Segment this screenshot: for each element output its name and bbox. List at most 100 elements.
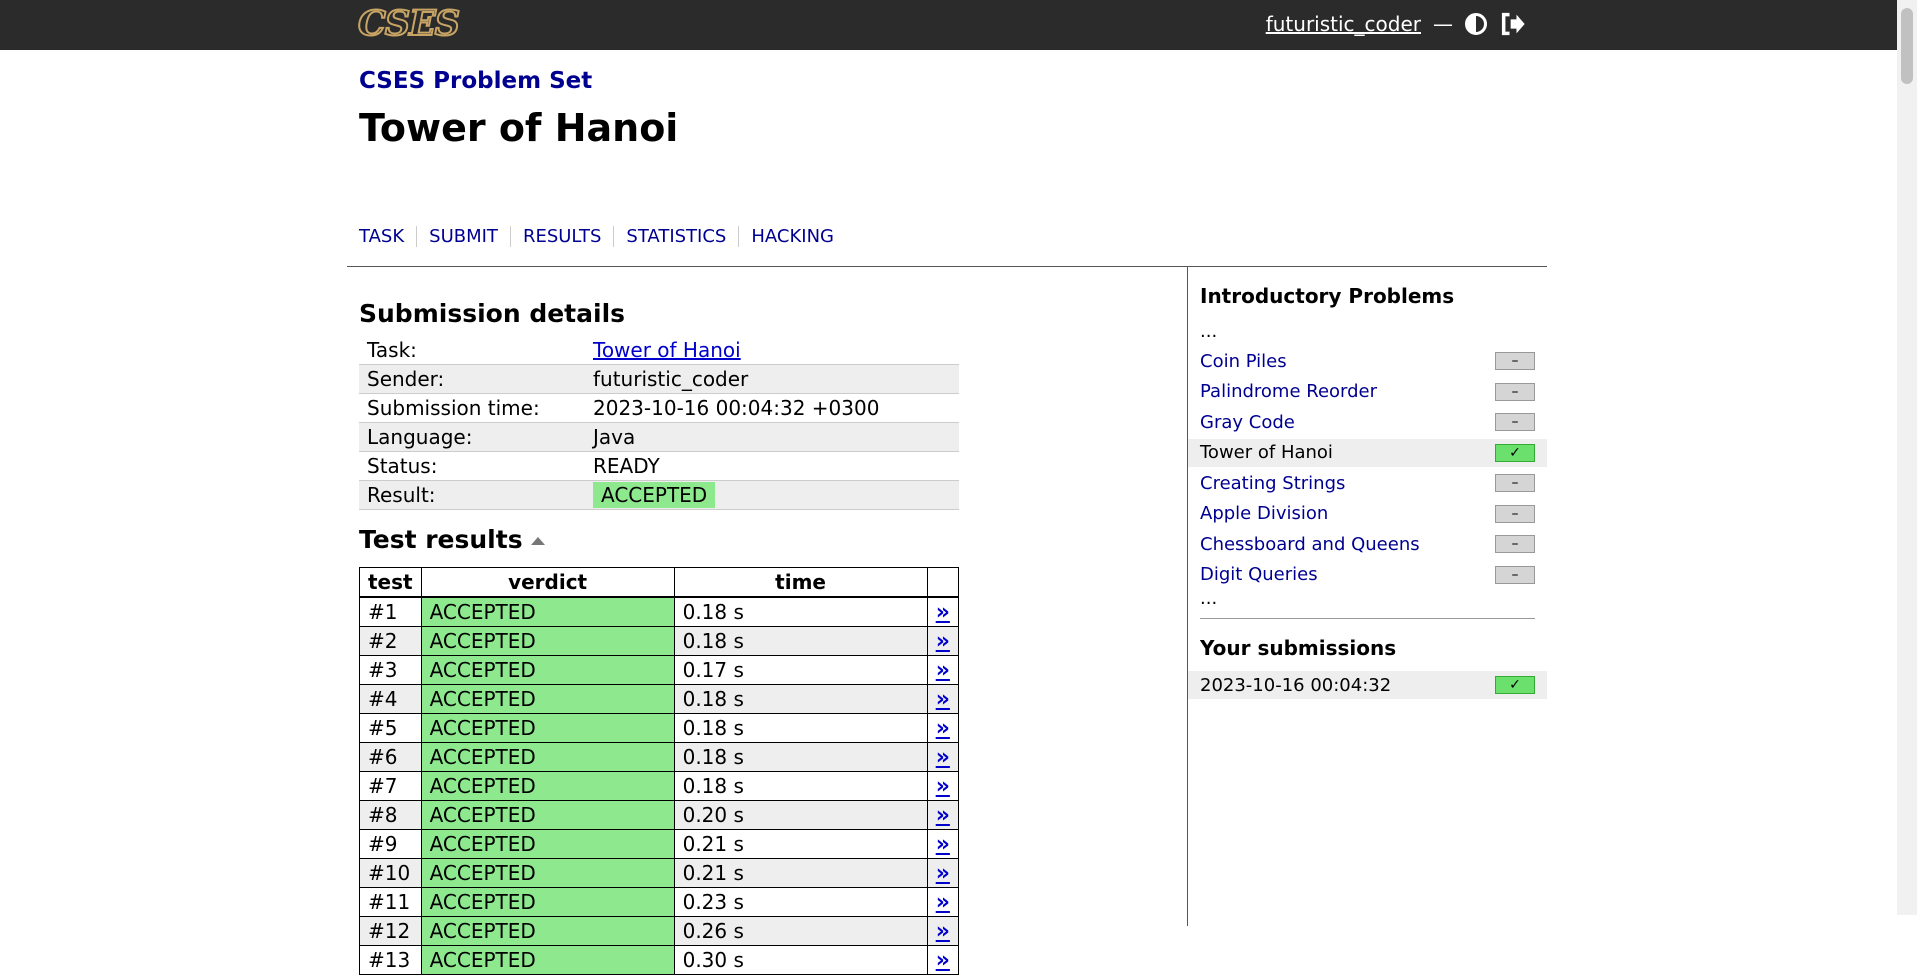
- table-row: #7 ACCEPTED 0.18 s »: [359, 771, 960, 801]
- test-verdict: ACCEPTED: [420, 655, 675, 685]
- test-number: #12: [359, 916, 422, 946]
- test-verdict: ACCEPTED: [420, 713, 675, 743]
- detail-row-time: Submission time: 2023-10-16 00:04:32 +03…: [359, 393, 959, 423]
- table-row: #9 ACCEPTED 0.21 s »: [359, 829, 960, 859]
- test-details-link[interactable]: »: [936, 919, 950, 944]
- list-item[interactable]: Coin Piles –: [1188, 347, 1547, 375]
- test-link-cell: »: [926, 713, 960, 743]
- test-details-link[interactable]: »: [936, 687, 950, 712]
- test-details-link[interactable]: »: [936, 803, 950, 828]
- list-item[interactable]: 2023-10-16 00:04:32 ✓: [1188, 671, 1547, 699]
- test-verdict: ACCEPTED: [420, 887, 675, 917]
- detail-row-result: Result: ACCEPTED: [359, 480, 959, 510]
- list-item[interactable]: Apple Division –: [1188, 500, 1547, 528]
- task-tabs: TASK SUBMIT RESULTS STATISTICS HACKING: [359, 226, 846, 247]
- header-divider: [347, 266, 1547, 267]
- problem-name: Tower of Hanoi: [1200, 442, 1333, 463]
- detail-value: Java: [585, 422, 959, 452]
- test-number: #8: [359, 800, 422, 830]
- problem-link[interactable]: Apple Division: [1200, 503, 1328, 524]
- test-number: #5: [359, 713, 422, 743]
- dash-icon: –: [1495, 504, 1535, 523]
- list-item[interactable]: Creating Strings –: [1188, 469, 1547, 497]
- problem-link[interactable]: Coin Piles: [1200, 351, 1287, 372]
- problem-link[interactable]: Creating Strings: [1200, 473, 1345, 494]
- result-badge: ACCEPTED: [593, 482, 716, 508]
- test-link-cell: »: [926, 771, 960, 801]
- cses-logo[interactable]: CSES: [357, 3, 461, 45]
- column-header-test: test: [359, 567, 422, 598]
- test-time: 0.23 s: [673, 887, 928, 917]
- test-time: 0.21 s: [673, 829, 928, 859]
- detail-value: ACCEPTED: [585, 480, 959, 510]
- check-icon: ✓: [1495, 443, 1535, 462]
- table-header-row: test verdict time: [359, 567, 960, 598]
- test-details-link[interactable]: »: [936, 658, 950, 683]
- dash-icon: –: [1495, 352, 1535, 370]
- problem-link[interactable]: Digit Queries: [1200, 564, 1318, 585]
- test-results-heading-row[interactable]: Test results: [359, 525, 545, 554]
- task-link[interactable]: Tower of Hanoi: [593, 338, 741, 362]
- table-row: #10 ACCEPTED 0.21 s »: [359, 858, 960, 888]
- test-number: #4: [359, 684, 422, 714]
- test-details-link[interactable]: »: [936, 745, 950, 770]
- test-number: #10: [359, 858, 422, 888]
- test-verdict: ACCEPTED: [420, 800, 675, 830]
- table-row: #5 ACCEPTED 0.18 s »: [359, 713, 960, 743]
- test-details-link[interactable]: »: [936, 600, 950, 625]
- table-row: #4 ACCEPTED 0.18 s »: [359, 684, 960, 714]
- list-item[interactable]: Tower of Hanoi ✓: [1188, 438, 1547, 467]
- tab-task[interactable]: TASK: [359, 226, 416, 247]
- test-results-heading: Test results: [359, 525, 523, 554]
- test-rows: #1 ACCEPTED 0.18 s» #2 ACCEPTED 0.18 s» #3 ACCE…: [359, 596, 960, 975]
- tab-statistics[interactable]: STATISTICS: [613, 226, 738, 247]
- detail-key: Language:: [359, 422, 585, 452]
- problem-list-heading: Introductory Problems: [1200, 284, 1455, 308]
- detail-key: Submission time:: [359, 393, 585, 423]
- detail-value: 2023-10-16 00:04:32 +0300: [585, 393, 959, 423]
- page-title: Tower of Hanoi: [359, 106, 679, 150]
- logout-icon[interactable]: [1499, 10, 1527, 38]
- list-item[interactable]: Gray Code –: [1188, 408, 1547, 436]
- detail-value: READY: [585, 451, 959, 481]
- table-row: #12 ACCEPTED 0.26 s »: [359, 916, 960, 946]
- detail-key: Task:: [359, 336, 585, 365]
- test-time: 0.18 s: [673, 684, 928, 714]
- detail-row-status: Status: READY: [359, 451, 959, 481]
- tab-results[interactable]: RESULTS: [509, 226, 613, 247]
- detail-value: Tower of Hanoi: [585, 336, 959, 365]
- test-link-cell: »: [926, 596, 960, 627]
- test-results-table: test verdict time #1 ACCEPTED 0.18 s» #2 ACC…: [359, 567, 960, 975]
- test-time: 0.18 s: [673, 771, 928, 801]
- contrast-icon[interactable]: [1465, 13, 1487, 35]
- test-details-link[interactable]: »: [936, 716, 950, 741]
- scrollbar-thumb[interactable]: [1901, 8, 1913, 84]
- list-item[interactable]: Chessboard and Queens –: [1188, 530, 1547, 558]
- list-item[interactable]: Digit Queries –: [1188, 561, 1547, 589]
- test-link-cell: »: [926, 800, 960, 830]
- test-details-link[interactable]: »: [936, 774, 950, 799]
- test-details-link[interactable]: »: [936, 861, 950, 886]
- problem-link[interactable]: Gray Code: [1200, 412, 1295, 433]
- test-link-cell: »: [926, 626, 960, 656]
- test-link-cell: »: [926, 684, 960, 714]
- collapse-triangle-icon[interactable]: [530, 537, 545, 545]
- test-verdict: ACCEPTED: [420, 945, 675, 975]
- user-box: futuristic_coder —: [1266, 6, 1527, 42]
- check-icon: ✓: [1495, 676, 1535, 694]
- test-details-link[interactable]: »: [936, 629, 950, 654]
- breadcrumb-problem-set[interactable]: CSES Problem Set: [359, 68, 592, 94]
- test-details-link[interactable]: »: [936, 948, 950, 973]
- problem-link[interactable]: Palindrome Reorder: [1200, 381, 1377, 402]
- scrollbar[interactable]: [1897, 0, 1917, 915]
- tab-submit[interactable]: SUBMIT: [416, 226, 510, 247]
- problem-link[interactable]: Chessboard and Queens: [1200, 534, 1420, 555]
- test-details-link[interactable]: »: [936, 832, 950, 857]
- test-verdict: ACCEPTED: [420, 742, 675, 772]
- username-link[interactable]: futuristic_coder: [1266, 12, 1421, 36]
- table-row: #11 ACCEPTED 0.23 s »: [359, 887, 960, 917]
- test-time: 0.30 s: [673, 945, 928, 975]
- test-details-link[interactable]: »: [936, 890, 950, 915]
- list-item[interactable]: Palindrome Reorder –: [1188, 378, 1547, 406]
- tab-hacking[interactable]: HACKING: [738, 226, 846, 247]
